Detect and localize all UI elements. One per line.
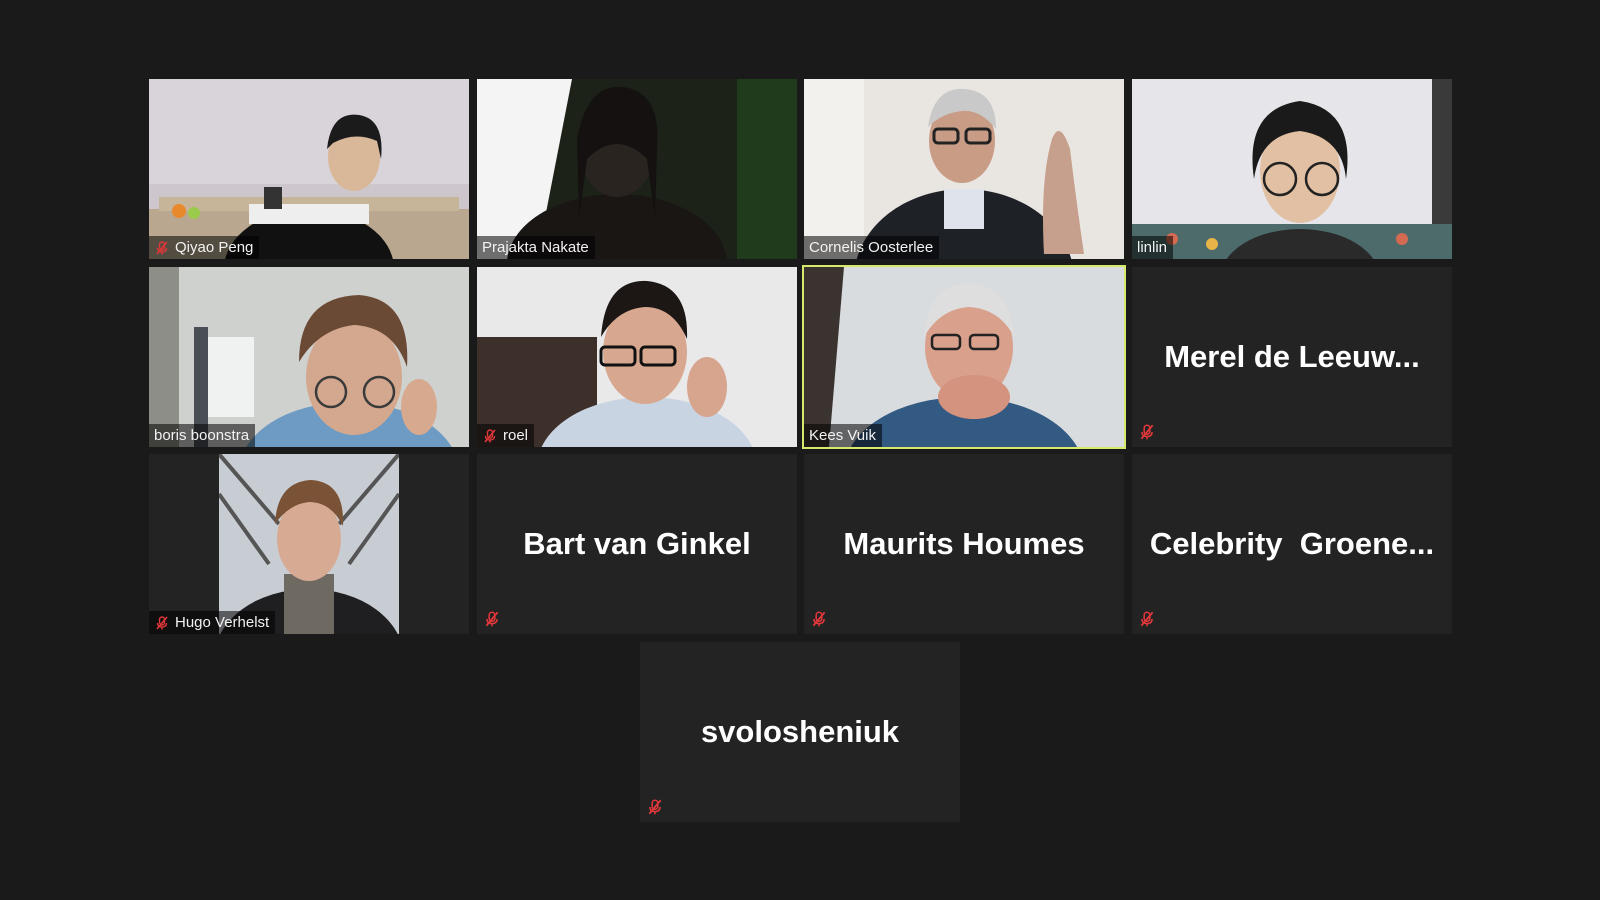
participant-name: Kees Vuik [809,427,876,444]
participant-name-tag: Cornelis Oosterlee [804,236,940,259]
participant-display-name: svolosheniuk [700,714,900,749]
participant-video [477,267,797,447]
participant-video [477,79,797,259]
mic-muted-icon [648,799,662,815]
participant-name: linlin [1137,239,1168,256]
mic-muted-icon [812,611,826,627]
participant-display-name: Celebrity Groene... [1149,526,1435,561]
participant-display-name: Merel de Leeuw... [1164,339,1420,374]
participant-name-tag: Hugo Verhelst [149,611,276,634]
video-tile-celebrity-groene[interactable]: Celebrity Groene... [1132,454,1452,634]
participant-name: Hugo Verhelst [175,614,270,631]
mic-muted-icon [485,611,499,627]
participant-name-tag: Prajakta Nakate [477,236,595,259]
participant-name-tag: roel [477,424,535,447]
video-tile-boris-boonstra[interactable]: boris boonstra [149,267,469,447]
video-tile-bart-van-ginkel[interactable]: Bart van Ginkel [477,454,797,634]
mic-muted-icon [156,240,168,255]
mic-muted-icon [1140,424,1154,440]
participant-name: Qiyao Peng [175,239,254,256]
video-tile-maurits-houmes[interactable]: Maurits Houmes [804,454,1124,634]
video-tile-svolosheniuk[interactable]: svolosheniuk [640,642,960,822]
mic-muted-icon [1140,611,1154,627]
video-tile-cornelis-oosterlee[interactable]: Cornelis Oosterlee [804,79,1124,259]
participant-video [804,79,1124,259]
participant-name: boris boonstra [154,427,250,444]
participant-display-name: Maurits Houmes [843,526,1085,561]
video-tile-linlin[interactable]: linlin [1132,79,1452,259]
participant-name: Prajakta Nakate [482,239,589,256]
video-tile-merel-de-leeuw[interactable]: Merel de Leeuw... [1132,267,1452,447]
mic-muted-icon [484,428,496,443]
video-tile-hugo-verhelst[interactable]: Hugo Verhelst [149,454,469,634]
participant-video [804,267,1124,447]
participant-name: Cornelis Oosterlee [809,239,934,256]
video-tile-roel[interactable]: roel [477,267,797,447]
mic-muted-icon [156,615,168,630]
participant-video [1132,79,1452,259]
participant-video [149,79,469,259]
participant-name-tag: linlin [1132,236,1174,259]
participant-name: roel [503,427,529,444]
participant-name-tag: Qiyao Peng [149,236,260,259]
participant-name-tag: boris boonstra [149,424,256,447]
participant-display-name: Bart van Ginkel [523,526,751,561]
participant-video [219,454,399,634]
participant-video [149,267,469,447]
participant-name-tag: Kees Vuik [804,424,882,447]
video-tile-prajakta-nakate[interactable]: Prajakta Nakate [477,79,797,259]
video-tile-kees-vuik[interactable]: Kees Vuik [802,265,1126,449]
video-tile-qiyao-peng[interactable]: Qiyao Peng [149,79,469,259]
